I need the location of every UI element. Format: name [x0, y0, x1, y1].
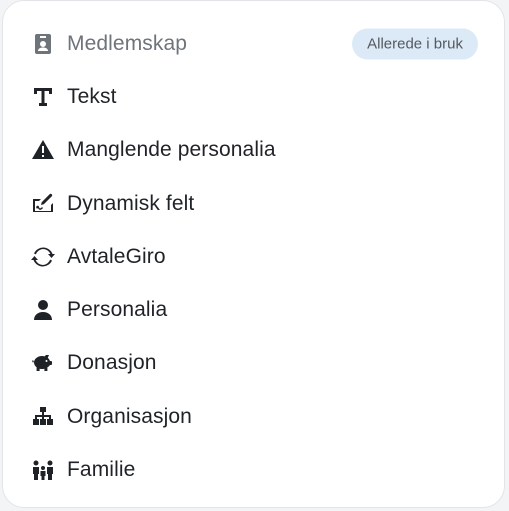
text-icon: [29, 83, 57, 111]
menu-item-tekst[interactable]: Tekst: [3, 70, 504, 123]
insert-field-menu: Medlemskap Allerede i bruk Tekst Manglen…: [2, 0, 505, 508]
menu-item-manglende-personalia[interactable]: Manglende personalia: [3, 124, 504, 177]
menu-item-label: Manglende personalia: [67, 138, 276, 162]
menu-item-label: Donasjon: [67, 351, 157, 375]
warning-icon: [29, 136, 57, 164]
already-in-use-badge: Allerede i bruk: [352, 28, 478, 60]
menu-item-medlemskap: Medlemskap Allerede i bruk: [3, 17, 504, 70]
menu-item-avtalegiro[interactable]: AvtaleGiro: [3, 230, 504, 283]
menu-item-label: Organisasjon: [67, 404, 192, 428]
menu-item-label: Medlemskap: [67, 31, 188, 55]
menu-item-donasjon[interactable]: Donasjon: [3, 337, 504, 390]
menu-item-organisasjon[interactable]: Organisasjon: [3, 390, 504, 443]
contact-card-icon: [29, 30, 57, 58]
piggy-bank-icon: [29, 349, 57, 377]
recurring-refresh-icon: [29, 243, 57, 271]
menu-item-dynamisk-felt[interactable]: Dynamisk felt: [3, 177, 504, 230]
menu-list: Medlemskap Allerede i bruk Tekst Manglen…: [3, 1, 504, 497]
family-icon: [29, 456, 57, 484]
menu-item-label: Personalia: [67, 298, 168, 322]
org-chart-icon: [29, 403, 57, 431]
user-icon: [29, 296, 57, 324]
menu-item-familie[interactable]: Familie: [3, 443, 504, 496]
menu-item-personalia[interactable]: Personalia: [3, 283, 504, 336]
signature-pen-icon: [29, 190, 57, 218]
menu-item-label: Dynamisk felt: [67, 191, 195, 215]
menu-item-label: AvtaleGiro: [67, 244, 166, 268]
menu-item-label: Tekst: [67, 84, 117, 108]
menu-item-label: Familie: [67, 458, 136, 482]
